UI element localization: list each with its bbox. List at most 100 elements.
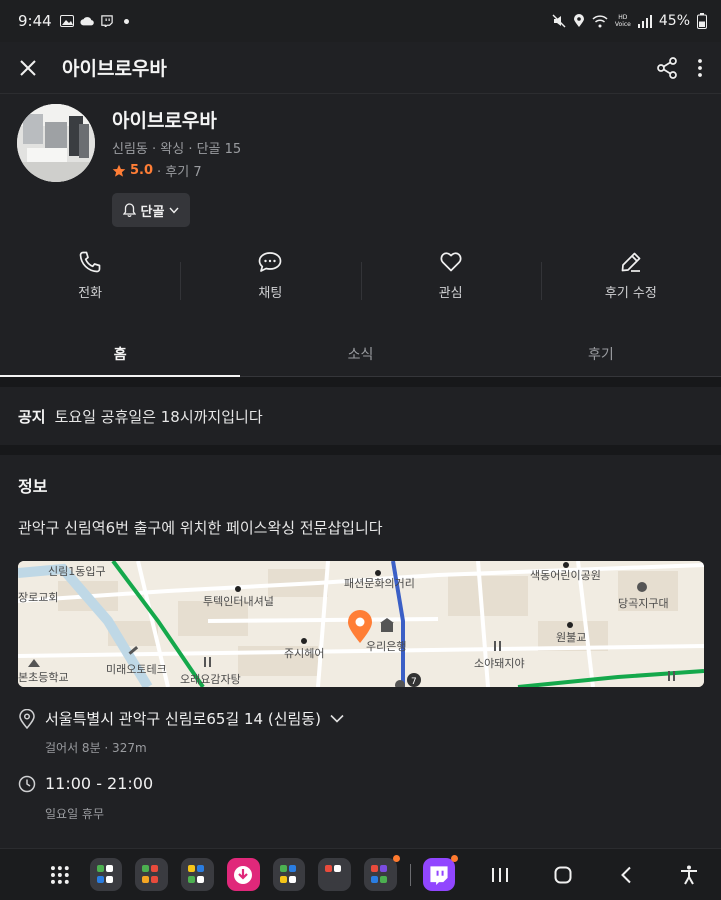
map-label: 패션문화의거리 xyxy=(344,577,415,590)
chat-label: 채팅 xyxy=(258,286,283,301)
regular-button-label: 단골 xyxy=(140,204,165,220)
app-folder-icon[interactable] xyxy=(318,858,352,891)
shop-photo xyxy=(17,104,95,182)
dock-separator xyxy=(409,863,411,886)
notification-badge xyxy=(451,855,459,862)
accessibility-button[interactable] xyxy=(658,865,721,885)
chevron-down-icon xyxy=(330,714,344,723)
location-pin-icon xyxy=(19,708,35,729)
info-description: 관악구 신림역6번 출구에 위치한 페이스왁싱 전문샵입니다 xyxy=(18,519,383,537)
pencil-icon xyxy=(621,252,641,272)
map-label: 우리은행 xyxy=(366,640,406,653)
heart-icon xyxy=(440,252,462,272)
twitch-icon xyxy=(430,865,448,885)
map-label: 당곡지구대 xyxy=(618,597,669,610)
app-bar: 아이브로우바 xyxy=(0,42,721,94)
rating-row: 5.0 · 후기 7 xyxy=(112,161,202,180)
page-title: 아이브로우바 xyxy=(62,58,167,80)
mute-icon xyxy=(552,14,566,28)
map-label: 신림1동입구 xyxy=(48,565,106,578)
app-folder-icon[interactable] xyxy=(135,858,169,891)
chat-icon xyxy=(259,252,282,272)
download-app-icon[interactable] xyxy=(226,858,260,891)
notification-badge xyxy=(392,855,400,862)
favorite-button[interactable]: 관심 xyxy=(360,250,541,318)
business-meta: 신림동 · 왁싱 · 단골 15 xyxy=(112,142,242,157)
wifi-icon xyxy=(592,14,608,27)
review-count[interactable]: · 후기 7 xyxy=(157,161,202,180)
notification-dot-icon xyxy=(123,18,129,24)
more-options-icon[interactable] xyxy=(697,58,703,78)
share-icon[interactable] xyxy=(655,56,679,80)
closed-day: 일요일 휴무 xyxy=(45,807,105,821)
walking-distance: 걸어서 8분 · 327m xyxy=(45,741,147,755)
call-label: 전화 xyxy=(78,286,103,301)
map-label: 오래요감자탕 xyxy=(180,673,241,686)
battery-icon xyxy=(697,13,707,29)
home-icon xyxy=(554,866,572,883)
map-label: 미래오토테크 xyxy=(106,663,167,676)
address-text: 서울특별시 관악구 신림로65길 14 (신림동) xyxy=(45,710,321,728)
tab-reviews[interactable]: 후기 xyxy=(481,332,721,376)
hours-text: 11:00 - 21:00 xyxy=(45,774,154,793)
back-icon xyxy=(621,866,631,883)
tab-news[interactable]: 소식 xyxy=(240,332,480,376)
app-folder-icon[interactable] xyxy=(364,855,400,891)
action-row: 전화 채팅 관심 후기 수정 xyxy=(0,250,721,318)
recent-apps-button[interactable] xyxy=(468,867,531,883)
clock-icon xyxy=(18,775,36,792)
map-label: 투텍인터내셔널 xyxy=(203,595,274,608)
notice-text: 토요일 공휴일은 18시까지입니다 xyxy=(54,407,263,426)
volte-badge: HD Voice xyxy=(614,14,631,28)
star-icon xyxy=(112,164,126,177)
chevron-down-icon xyxy=(169,207,179,214)
home-button[interactable] xyxy=(532,866,595,884)
edit-review-button[interactable]: 후기 수정 xyxy=(540,250,721,318)
map-label: 원불교 xyxy=(556,631,586,644)
tab-bar: 홈 소식 후기 xyxy=(0,332,721,377)
business-name: 아이브로우바 xyxy=(112,110,217,132)
app-folder-icon[interactable] xyxy=(181,858,214,891)
twitch-app-icon[interactable] xyxy=(422,855,459,891)
status-bar: 9:44 HD Voice 45% xyxy=(0,0,721,42)
back-button[interactable] xyxy=(595,866,658,884)
close-icon[interactable] xyxy=(18,58,38,78)
avatar[interactable] xyxy=(17,104,95,182)
app-folder-icon[interactable] xyxy=(89,858,123,891)
regular-customer-button[interactable]: 단골 xyxy=(112,193,190,227)
location-icon xyxy=(573,14,584,27)
hours-row: 11:00 - 21:00 xyxy=(18,774,153,793)
accessibility-icon xyxy=(681,865,698,884)
apps-grid-icon[interactable] xyxy=(50,865,70,885)
station-number: 7 xyxy=(411,677,417,687)
signal-icon xyxy=(637,14,652,28)
call-button[interactable]: 전화 xyxy=(0,250,180,318)
recent-apps-icon xyxy=(491,867,508,882)
section-divider xyxy=(0,377,721,387)
favorite-label: 관심 xyxy=(438,286,463,301)
map-label: 쥬시헤어 xyxy=(284,647,324,660)
info-title: 정보 xyxy=(18,477,48,496)
download-icon xyxy=(234,865,253,884)
address-row[interactable]: 서울특별시 관악구 신림로65길 14 (신림동) xyxy=(18,708,344,729)
map-label: 장로교회 xyxy=(18,591,58,604)
battery-percent: 45% xyxy=(658,13,690,29)
app-folder-icon[interactable] xyxy=(272,858,306,891)
chat-button[interactable]: 채팅 xyxy=(180,250,360,318)
bell-icon xyxy=(122,203,136,217)
map-label: 색동어린이공원 xyxy=(530,569,601,582)
notice-label: 공지 xyxy=(18,407,46,426)
section-divider xyxy=(0,445,721,455)
gallery-icon xyxy=(59,15,74,27)
map-canvas: 신림1동입구 장로교회 투텍인터내셔널 패션문화의거리 색동어린이공원 당곡지구… xyxy=(18,561,704,687)
edit-review-label: 후기 수정 xyxy=(604,286,657,301)
location-map[interactable]: 신림1동입구 장로교회 투텍인터내셔널 패션문화의거리 색동어린이공원 당곡지구… xyxy=(18,561,704,687)
map-label: 소야돼지야 xyxy=(474,657,525,670)
map-label: 본초등학교 xyxy=(18,671,69,684)
twitch-status-icon xyxy=(100,15,113,27)
cloud-icon xyxy=(80,17,94,26)
tab-home[interactable]: 홈 xyxy=(0,332,241,377)
business-profile: 아이브로우바 신림동 · 왁싱 · 단골 15 5.0 · 후기 7 단골 xyxy=(17,100,721,240)
notice-banner[interactable]: 공지 토요일 공휴일은 18시까지입니다 xyxy=(0,387,721,445)
rating-score: 5.0 xyxy=(130,163,154,178)
